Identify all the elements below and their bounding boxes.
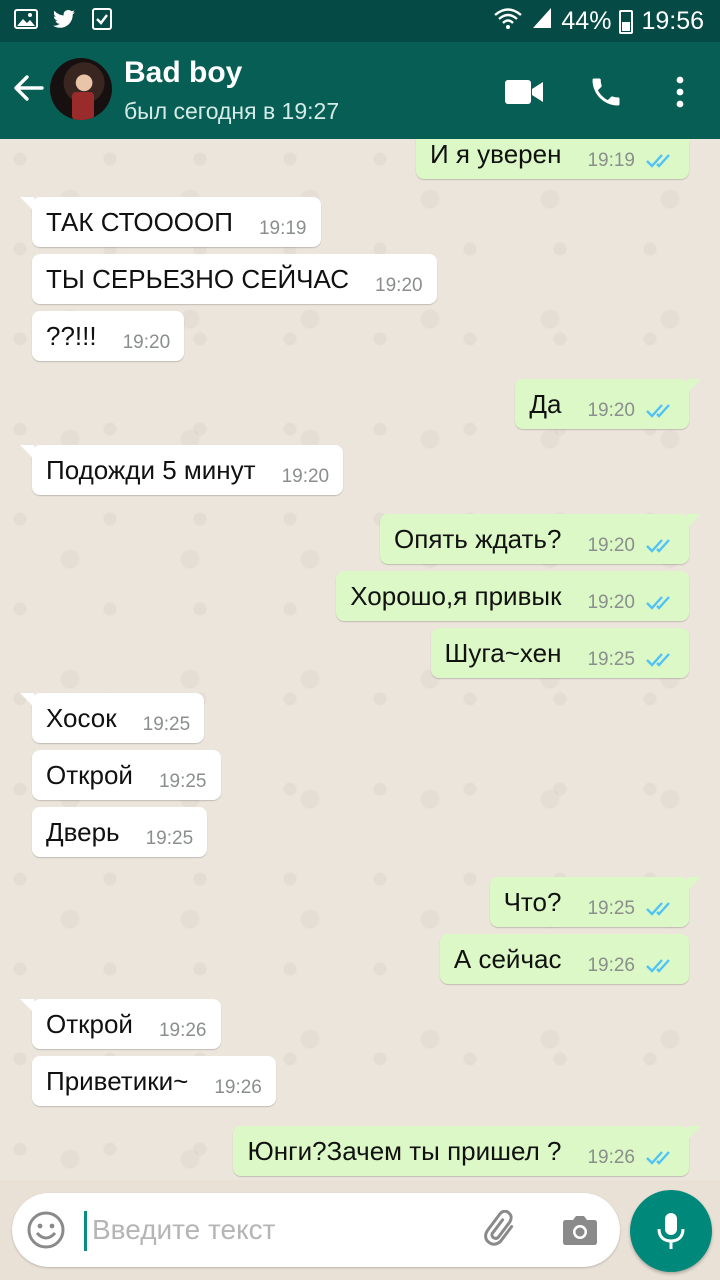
incoming-message[interactable]: Открой 19:25 [32, 750, 221, 800]
outgoing-message[interactable]: Что? 19:25 [489, 877, 702, 927]
message-time: 19:19 [587, 150, 635, 171]
incoming-message[interactable]: Открой 19:26 [20, 999, 221, 1049]
message-text: Хосок [46, 702, 117, 733]
message-time: 19:25 [587, 649, 635, 670]
outgoing-message[interactable]: Шуга~хен 19:25 [430, 628, 689, 678]
more-vertical-icon [676, 76, 684, 108]
voice-message-button[interactable] [630, 1190, 712, 1272]
message-text: Шуга~хен [444, 637, 562, 668]
read-ticks-icon [645, 651, 675, 669]
message-time: 19:25 [158, 771, 207, 792]
read-ticks-icon [645, 900, 675, 918]
read-ticks-icon [645, 402, 675, 420]
signal-icon [531, 6, 553, 37]
message-text: И я уверен [429, 139, 562, 169]
message-time: 19:20 [122, 332, 171, 353]
status-bar: 44% 19:56 [0, 0, 720, 42]
message-composer [12, 1193, 620, 1267]
more-options-button[interactable] [658, 70, 702, 114]
message-text: Юнги?Зачем ты пришел ? [247, 1135, 562, 1166]
attach-icon [484, 1209, 514, 1246]
message-text: Приветики~ [46, 1065, 189, 1096]
message-time: 19:19 [258, 218, 307, 239]
message-time: 19:20 [375, 275, 423, 296]
read-ticks-icon [645, 537, 675, 555]
battery-percent: 44% [561, 7, 612, 35]
system-indicators: 44% 19:56 [493, 6, 704, 37]
outgoing-message[interactable]: И я уверен 19:19 [415, 139, 702, 179]
read-ticks-icon [645, 1149, 675, 1167]
wifi-icon [493, 6, 523, 37]
incoming-message[interactable]: ??!!! 19:20 [32, 311, 185, 361]
outgoing-message[interactable]: Опять ждать? 19:20 [380, 514, 701, 564]
message-text: Открой [46, 1008, 133, 1039]
message-list: И я уверен 19:19 ТАК СТООООП 19:19 ТЫ СЕРЬЕЗ… [0, 139, 720, 1180]
message-time: 19:25 [587, 898, 635, 919]
video-call-button[interactable] [502, 70, 546, 114]
conversation[interactable]: И я уверен 19:19 ТАК СТООООП 19:19 ТЫ СЕРЬЕЗ… [0, 139, 720, 1180]
back-arrow-icon [14, 75, 44, 101]
message-text: ТАК СТООООП [46, 206, 233, 237]
notification-icons [14, 8, 114, 30]
back-button[interactable] [10, 70, 50, 110]
message-input[interactable] [92, 1207, 472, 1253]
incoming-message[interactable]: ТЫ СЕРЬЕЗНО СЕЙЧАС 19:20 [32, 254, 437, 304]
outgoing-message[interactable]: Хорошо,я привык 19:20 [336, 571, 689, 621]
message-time: 19:20 [281, 466, 330, 487]
message-time: 19:25 [145, 828, 194, 849]
message-text: ??!!! [46, 320, 97, 351]
message-time: 19:20 [587, 535, 635, 556]
message-text: Хорошо,я привык [350, 580, 562, 611]
camera-icon [563, 1216, 597, 1245]
clock: 19:56 [641, 7, 704, 35]
message-text: Да [529, 388, 562, 419]
incoming-message[interactable]: Дверь 19:25 [32, 807, 208, 857]
contact-name[interactable]: Bad boy [124, 56, 242, 90]
read-ticks-icon [645, 594, 675, 612]
message-text: Что? [503, 886, 562, 917]
video-call-icon [505, 80, 543, 104]
contact-avatar[interactable] [50, 58, 112, 120]
message-time: 19:20 [587, 400, 635, 421]
read-ticks-icon [645, 152, 675, 170]
image-icon [14, 8, 38, 30]
voice-call-button[interactable] [584, 70, 628, 114]
outgoing-message[interactable]: Юнги?Зачем ты пришел ? 19:26 [233, 1126, 701, 1176]
battery-icon [619, 9, 634, 34]
emoji-icon [27, 1211, 65, 1249]
incoming-message[interactable]: Подожди 5 минут 19:20 [19, 445, 344, 495]
attach-button[interactable] [482, 1209, 522, 1250]
incoming-message[interactable]: Приветики~ 19:26 [32, 1056, 276, 1106]
chat-header: Bad boy был сегодня в 19:27 [0, 42, 720, 139]
mic-icon [657, 1213, 685, 1249]
incoming-message[interactable]: ТАК СТООООП 19:19 [20, 197, 321, 247]
message-text: Опять ждать? [394, 523, 562, 554]
message-time: 19:26 [214, 1077, 262, 1098]
outgoing-message[interactable]: А сейчас 19:26 [439, 934, 689, 984]
message-text: ТЫ СЕРЬЕЗНО СЕЙЧАС [46, 263, 350, 294]
incoming-message[interactable]: Хосок 19:25 [19, 693, 205, 743]
message-text: Дверь [46, 816, 120, 847]
text-cursor [84, 1211, 87, 1251]
message-text: Открой [46, 759, 133, 790]
message-time: 19:20 [587, 592, 635, 613]
camera-button[interactable] [560, 1210, 600, 1250]
message-time: 19:26 [587, 1147, 635, 1168]
message-time: 19:26 [587, 955, 635, 976]
message-time: 19:25 [142, 714, 191, 735]
outgoing-message[interactable]: Да 19:20 [515, 379, 701, 429]
emoji-button[interactable] [26, 1210, 66, 1250]
read-ticks-icon [645, 957, 675, 975]
phone-icon [592, 78, 620, 106]
message-text: А сейчас [453, 943, 562, 974]
checkbox-icon [90, 8, 114, 30]
last-seen-status: был сегодня в 19:27 [124, 98, 340, 124]
message-text: Подожди 5 минут [46, 454, 256, 485]
message-time: 19:26 [158, 1020, 207, 1041]
twitter-icon [52, 8, 76, 30]
